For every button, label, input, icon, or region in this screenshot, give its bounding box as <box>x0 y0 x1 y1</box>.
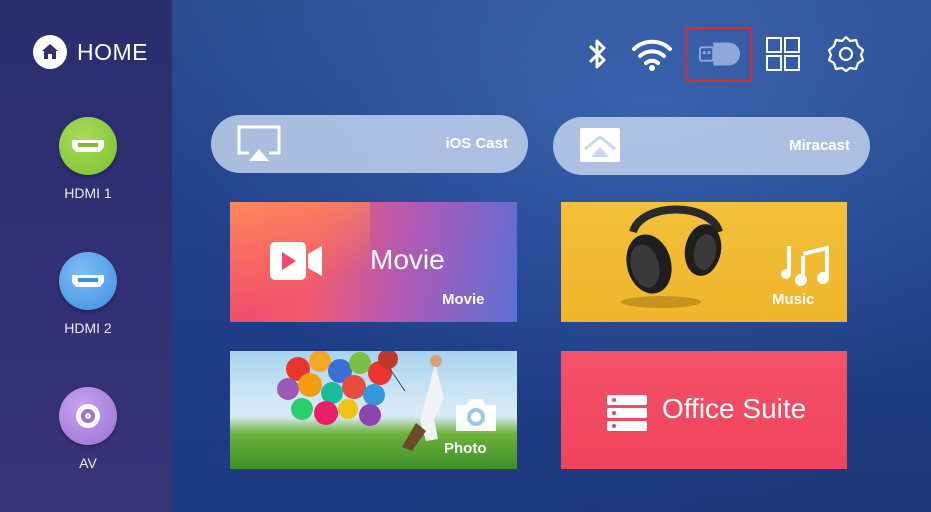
source-hdmi-2[interactable]: HDMI 2 <box>40 252 136 336</box>
home-button[interactable]: HOME <box>33 35 148 69</box>
office-suite-tile[interactable]: Office Suite <box>561 351 847 469</box>
hdmi-icon <box>59 252 117 310</box>
photo-label: Photo <box>444 440 487 457</box>
office-suite-title: Office Suite <box>662 393 807 424</box>
sidebar: HOME HDMI 1 HDMI 2 AV <box>0 0 172 512</box>
home-icon <box>33 35 67 69</box>
photo-tile[interactable]: Photo <box>230 351 517 469</box>
miracast-label: Miracast <box>789 137 850 154</box>
movie-tile[interactable]: Movie Movie <box>230 202 517 322</box>
music-tile[interactable]: Music <box>561 202 847 322</box>
home-label: HOME <box>77 38 148 65</box>
camera-icon <box>452 395 500 440</box>
miracast-icon <box>577 125 623 172</box>
av-icon <box>59 387 117 445</box>
hdmi-icon <box>59 117 117 175</box>
source-label: AV <box>79 455 97 471</box>
ios-cast-label: iOS Cast <box>445 135 508 152</box>
miracast-button[interactable]: Miracast <box>553 117 870 175</box>
video-camera-icon <box>268 240 324 287</box>
music-note-icon <box>781 240 831 295</box>
headphones-image <box>591 202 761 317</box>
apps-grid-icon[interactable] <box>761 30 805 78</box>
ios-cast-button[interactable]: iOS Cast <box>211 115 528 173</box>
movie-label: Movie <box>442 291 485 308</box>
movie-title: Movie <box>370 244 445 275</box>
source-label: HDMI 1 <box>64 185 112 201</box>
source-label: HDMI 2 <box>64 320 112 336</box>
airplay-icon <box>235 123 283 170</box>
source-hdmi-1[interactable]: HDMI 1 <box>40 117 136 201</box>
usb-highlight-box <box>685 27 752 82</box>
document-list-icon <box>605 393 649 438</box>
bluetooth-icon[interactable] <box>575 30 619 78</box>
source-av[interactable]: AV <box>40 387 136 471</box>
settings-gear-icon[interactable] <box>824 30 868 78</box>
music-label: Music <box>772 291 815 308</box>
wifi-icon[interactable] <box>630 30 674 78</box>
